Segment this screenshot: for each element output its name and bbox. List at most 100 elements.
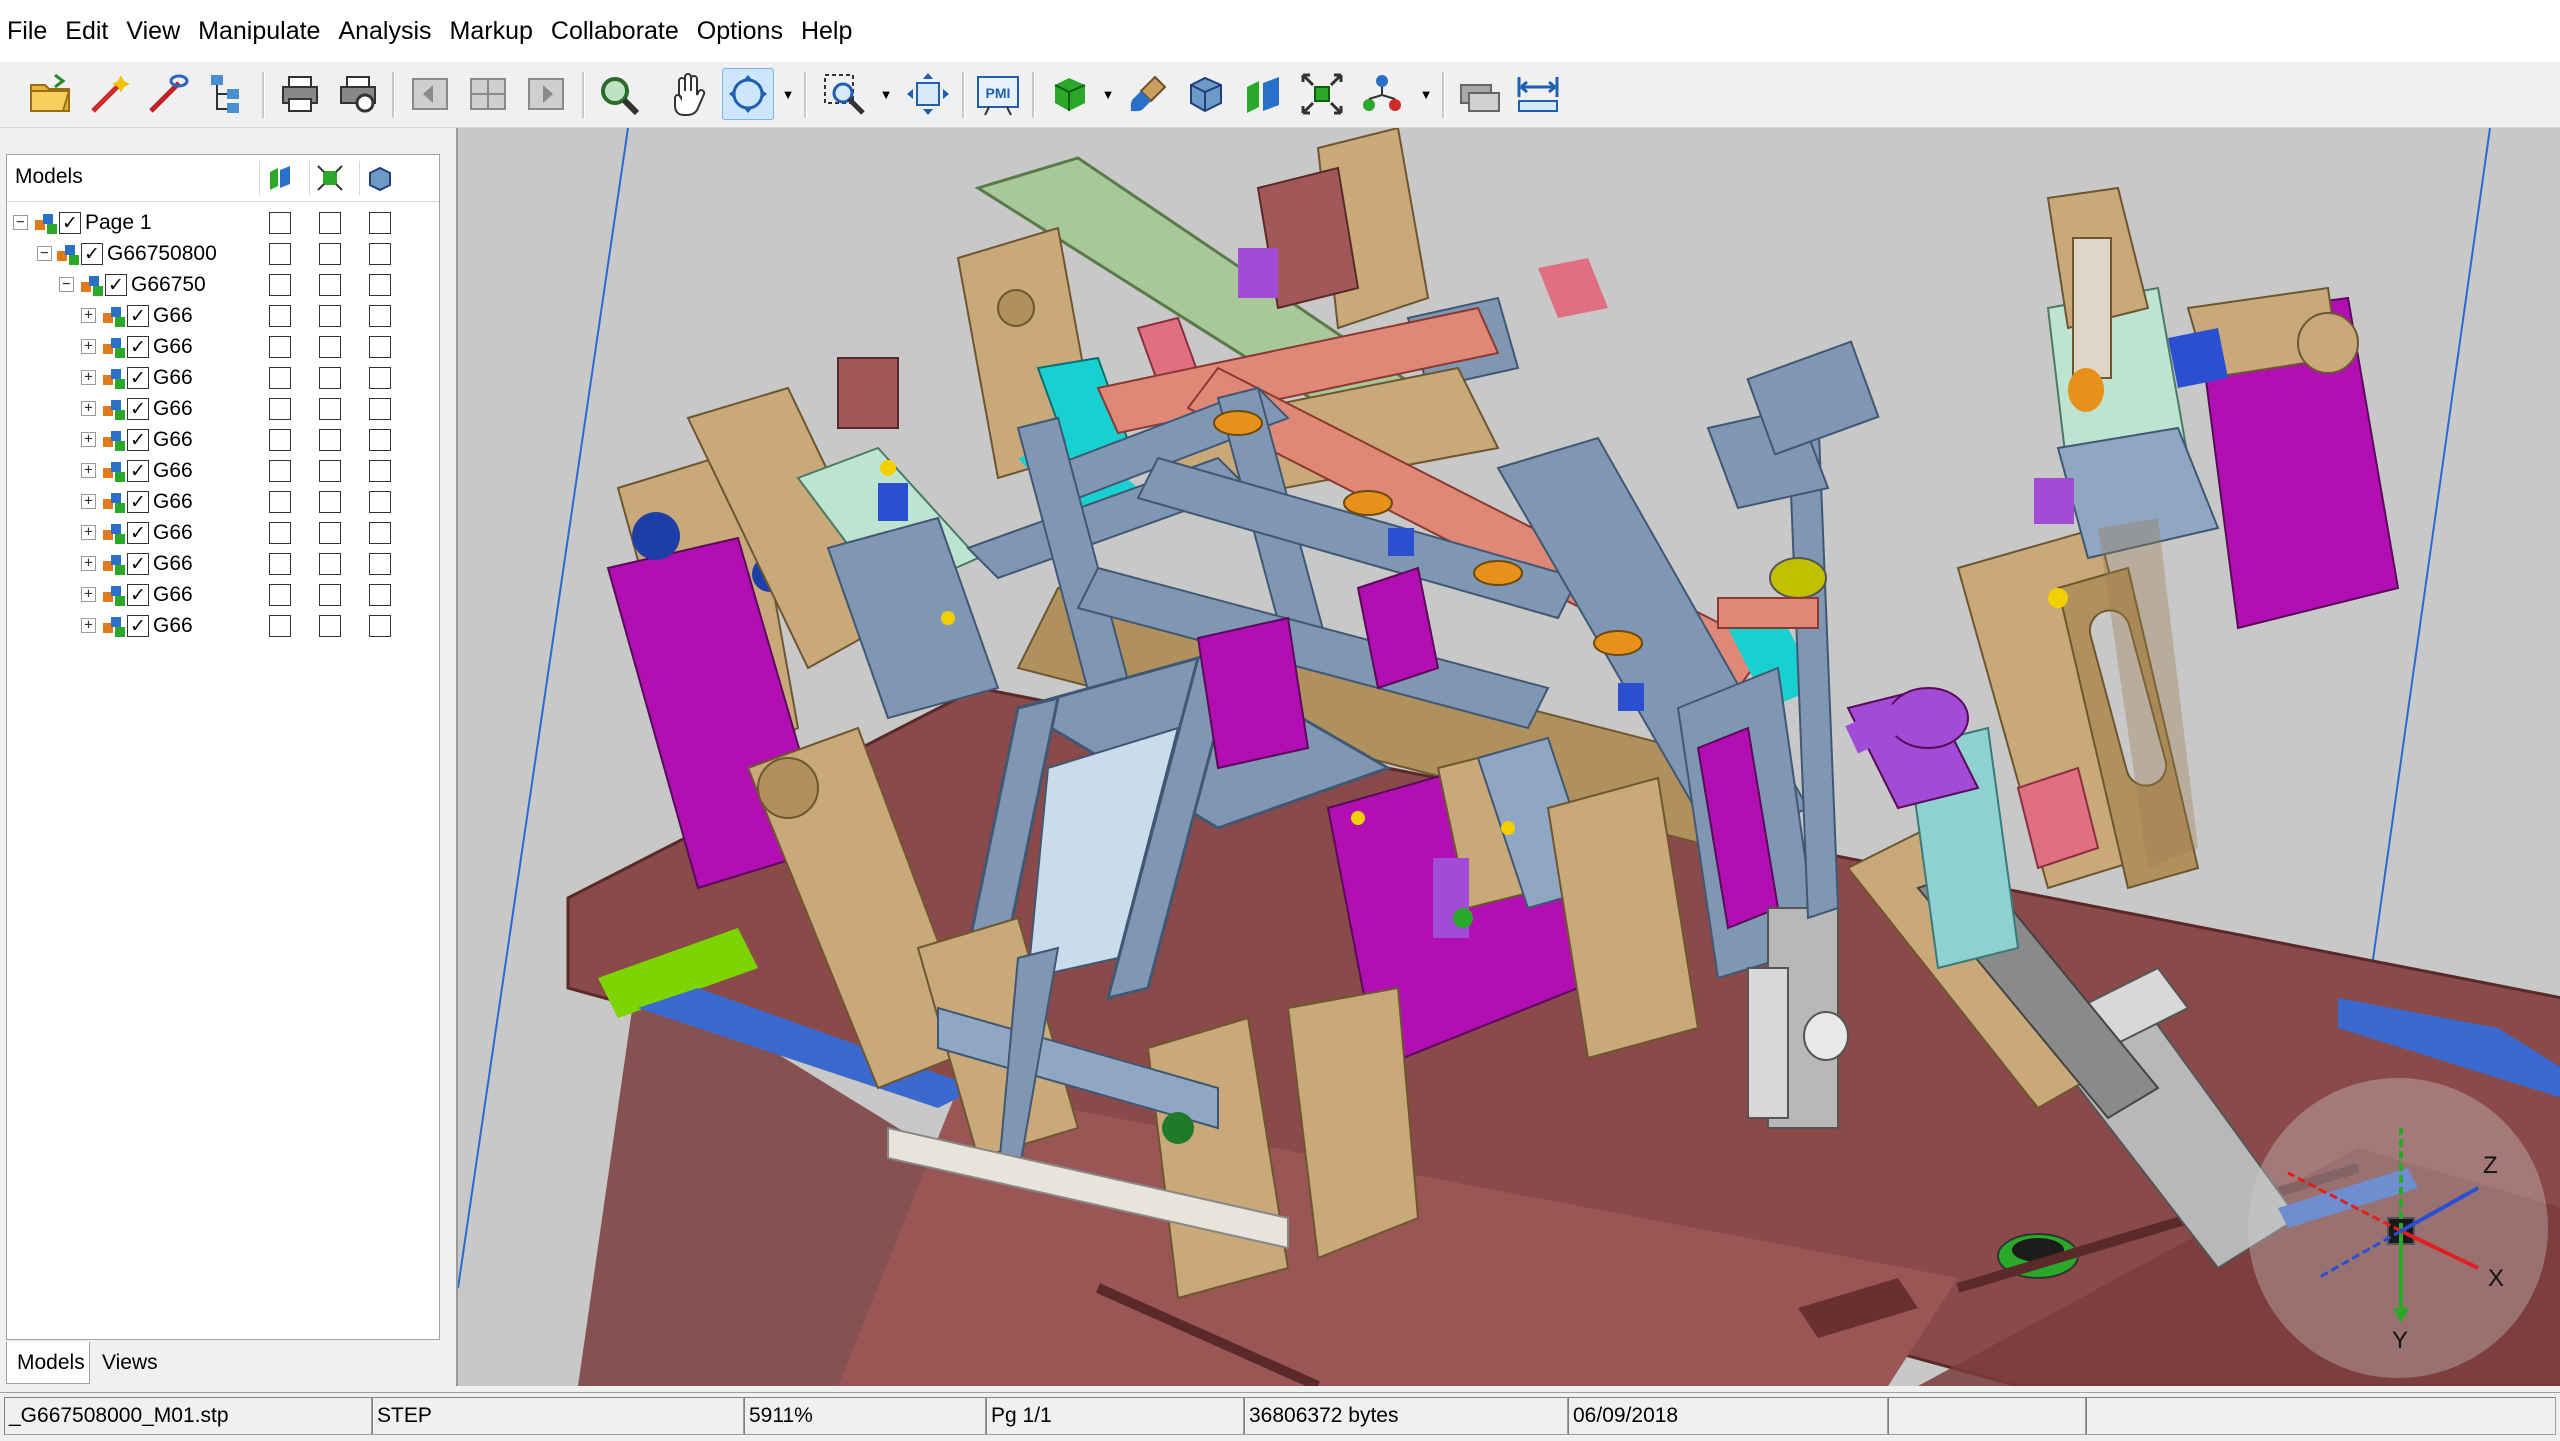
- visibility-column-checkbox[interactable]: [269, 460, 291, 482]
- attribute-column-checkbox[interactable]: [319, 584, 341, 606]
- attribute-column-checkbox[interactable]: [319, 553, 341, 575]
- visibility-checkbox[interactable]: ✓: [81, 243, 103, 265]
- tab-views[interactable]: Views: [92, 1342, 172, 1384]
- visibility-checkbox[interactable]: ✓: [127, 460, 149, 482]
- tree-row[interactable]: + ✓ G66: [7, 362, 439, 393]
- attribute-column-checkbox[interactable]: [319, 615, 341, 637]
- collapse-icon[interactable]: −: [59, 277, 74, 292]
- visibility-column-checkbox[interactable]: [269, 429, 291, 451]
- menu-markup[interactable]: Markup: [441, 0, 542, 62]
- visibility-checkbox[interactable]: ✓: [127, 553, 149, 575]
- tab-models[interactable]: Models: [6, 1342, 90, 1384]
- tree-row[interactable]: − ✓ G66750: [7, 269, 439, 300]
- tree-row-page[interactable]: − ✓ Page 1: [7, 207, 439, 238]
- attribute-column-checkbox[interactable]: [319, 212, 341, 234]
- visibility-checkbox[interactable]: ✓: [105, 274, 127, 296]
- dimension-icon[interactable]: [1512, 68, 1564, 120]
- expand-icon[interactable]: +: [81, 463, 96, 478]
- menu-help[interactable]: Help: [792, 0, 861, 62]
- tree-row[interactable]: + ✓ G66: [7, 424, 439, 455]
- print-preview-icon[interactable]: [332, 68, 384, 120]
- wand-alt-icon[interactable]: [142, 68, 194, 120]
- menu-manipulate[interactable]: Manipulate: [189, 0, 329, 62]
- menu-view[interactable]: View: [117, 0, 189, 62]
- transparency-column-checkbox[interactable]: [369, 522, 391, 544]
- assembly-icon[interactable]: [1356, 68, 1408, 120]
- pan-hand-icon[interactable]: [662, 68, 714, 120]
- expand-icon[interactable]: +: [81, 494, 96, 509]
- transparency-column-checkbox[interactable]: [369, 336, 391, 358]
- rotate-icon[interactable]: [722, 68, 774, 120]
- transparency-column-checkbox[interactable]: [369, 491, 391, 513]
- zoom-dropdown-icon[interactable]: ▼: [878, 84, 894, 104]
- visibility-column-checkbox[interactable]: [269, 336, 291, 358]
- expand-icon[interactable]: +: [81, 339, 96, 354]
- rotate-dropdown-icon[interactable]: ▼: [780, 84, 796, 104]
- visibility-column-checkbox[interactable]: [269, 398, 291, 420]
- attribute-column-checkbox[interactable]: [319, 398, 341, 420]
- expand-icon[interactable]: +: [81, 618, 96, 633]
- visibility-column-checkbox[interactable]: [269, 367, 291, 389]
- print-icon[interactable]: [274, 68, 326, 120]
- attribute-column-checkbox[interactable]: [319, 305, 341, 327]
- visibility-checkbox[interactable]: ✓: [127, 305, 149, 327]
- tree-row[interactable]: + ✓ G66: [7, 486, 439, 517]
- shaded-cube-icon[interactable]: [1044, 68, 1096, 120]
- tree-row[interactable]: + ✓ G66: [7, 579, 439, 610]
- visibility-checkbox[interactable]: ✓: [127, 584, 149, 606]
- assembly-dropdown-icon[interactable]: ▼: [1418, 84, 1434, 104]
- open-folder-icon[interactable]: [24, 68, 76, 120]
- fit-view-icon[interactable]: [902, 68, 954, 120]
- tree-row[interactable]: + ✓ G66: [7, 300, 439, 331]
- expand-icon[interactable]: +: [81, 525, 96, 540]
- visibility-checkbox[interactable]: ✓: [127, 336, 149, 358]
- explode-icon[interactable]: [1296, 68, 1348, 120]
- visibility-column-checkbox[interactable]: [269, 274, 291, 296]
- menu-collaborate[interactable]: Collaborate: [542, 0, 688, 62]
- wand-icon[interactable]: [84, 68, 136, 120]
- zoom-box-icon[interactable]: [818, 68, 870, 120]
- expand-icon[interactable]: +: [81, 556, 96, 571]
- transparency-column-checkbox[interactable]: [369, 429, 391, 451]
- expand-icon[interactable]: +: [81, 370, 96, 385]
- transparency-column-icon[interactable]: [359, 161, 400, 195]
- collapse-icon[interactable]: −: [13, 215, 28, 230]
- page-last-icon[interactable]: [520, 68, 572, 120]
- tree-row[interactable]: + ✓ G66: [7, 331, 439, 362]
- menu-options[interactable]: Options: [688, 0, 792, 62]
- attribute-column-checkbox[interactable]: [319, 336, 341, 358]
- measure-icon[interactable]: [1454, 68, 1506, 120]
- visibility-column-icon[interactable]: [259, 161, 300, 195]
- 3d-viewport[interactable]: X Y Z: [456, 128, 2560, 1386]
- tree-row[interactable]: + ✓ G66: [7, 610, 439, 641]
- tree-row[interactable]: + ✓ G66: [7, 393, 439, 424]
- expand-icon[interactable]: +: [81, 432, 96, 447]
- visibility-column-checkbox[interactable]: [269, 584, 291, 606]
- visibility-column-checkbox[interactable]: [269, 522, 291, 544]
- attribute-column-checkbox[interactable]: [319, 460, 341, 482]
- visibility-column-checkbox[interactable]: [269, 243, 291, 265]
- transparency-column-checkbox[interactable]: [369, 553, 391, 575]
- attribute-column-checkbox[interactable]: [319, 367, 341, 389]
- expand-icon[interactable]: +: [81, 308, 96, 323]
- expand-icon[interactable]: +: [81, 587, 96, 602]
- transparency-column-checkbox[interactable]: [369, 243, 391, 265]
- attribute-column-checkbox[interactable]: [319, 429, 341, 451]
- menu-edit[interactable]: Edit: [56, 0, 117, 62]
- tree-row[interactable]: − ✓ G66750800: [7, 238, 439, 269]
- attribute-column-checkbox[interactable]: [319, 243, 341, 265]
- attribute-column-checkbox[interactable]: [319, 522, 341, 544]
- collapse-icon[interactable]: −: [37, 246, 52, 261]
- visibility-checkbox[interactable]: ✓: [127, 398, 149, 420]
- visibility-checkbox[interactable]: ✓: [127, 367, 149, 389]
- transparency-column-checkbox[interactable]: [369, 460, 391, 482]
- expand-icon[interactable]: +: [81, 401, 96, 416]
- visibility-checkbox[interactable]: ✓: [127, 522, 149, 544]
- transparency-column-checkbox[interactable]: [369, 584, 391, 606]
- attribute-column-checkbox[interactable]: [319, 274, 341, 296]
- paint-brush-icon[interactable]: [1122, 68, 1174, 120]
- transparency-column-checkbox[interactable]: [369, 212, 391, 234]
- tree-row[interactable]: + ✓ G66: [7, 548, 439, 579]
- tree-row[interactable]: + ✓ G66: [7, 455, 439, 486]
- page-first-icon[interactable]: [404, 68, 456, 120]
